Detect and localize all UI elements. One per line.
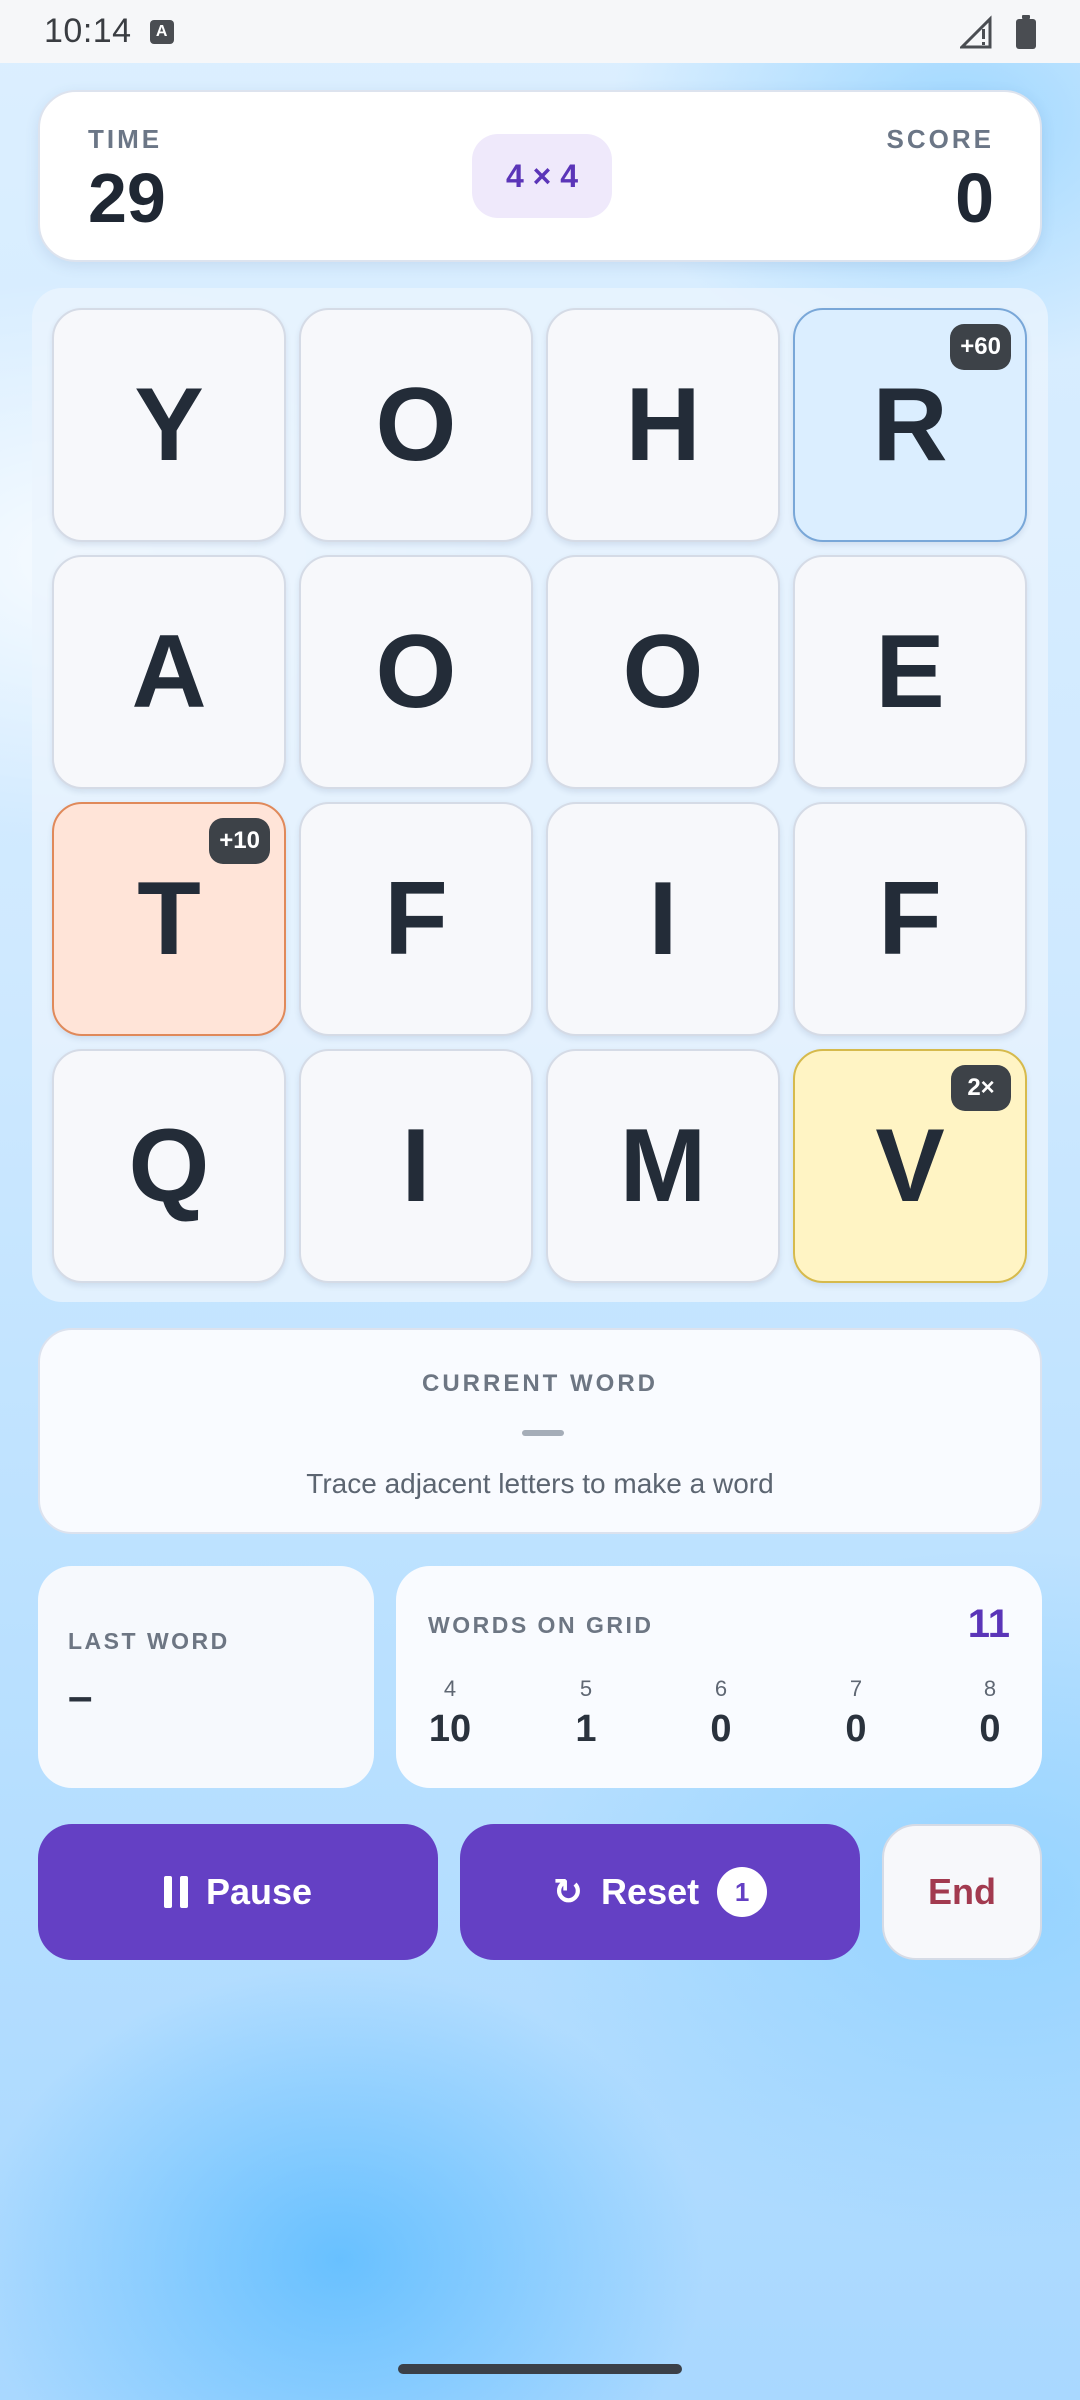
tile-6[interactable]: O (546, 555, 780, 789)
length-key: 6 (714, 1676, 728, 1701)
tile-letter: V (875, 1107, 945, 1224)
bonus-badge: +60 (950, 324, 1011, 370)
last-word-card: LAST WORD – (38, 1566, 374, 1788)
tile-letter: Y (134, 366, 204, 483)
tile-15[interactable]: V 2× (793, 1049, 1027, 1283)
last-word-value: – (68, 1672, 93, 1721)
end-button[interactable]: End (882, 1824, 1042, 1960)
grid-size-badge: 4 × 4 (472, 134, 612, 218)
reset-count-badge: 1 (717, 1867, 768, 1917)
letter-grid: Y O H R +60 A O O E T +10 F I F Q I M V 2× (32, 288, 1048, 1302)
length-key: 7 (849, 1676, 863, 1701)
multiplier-badge: 2× (951, 1065, 1011, 1111)
tile-2[interactable]: H (546, 308, 780, 542)
current-word-placeholder (522, 1430, 564, 1436)
tile-letter: A (131, 613, 207, 730)
length-count-4: 4 10 (410, 1676, 490, 1751)
bonus-badge: +10 (209, 818, 270, 864)
tile-letter: O (375, 366, 457, 483)
length-key: 4 (443, 1676, 457, 1701)
score-label: SCORE (886, 124, 994, 154)
end-label: End (928, 1871, 996, 1912)
tile-7[interactable]: E (793, 555, 1027, 789)
tile-10[interactable]: I (546, 802, 780, 1036)
tile-9[interactable]: F (299, 802, 533, 1036)
last-word-label: LAST WORD (68, 1628, 230, 1654)
tile-14[interactable]: M (546, 1049, 780, 1283)
words-on-grid-label: WORDS ON GRID (428, 1612, 654, 1638)
tile-letter: O (375, 613, 457, 730)
pause-icon (163, 1876, 188, 1908)
tile-letter: R (872, 366, 948, 483)
length-count-8: 8 0 (950, 1676, 1030, 1751)
length-key: 5 (579, 1676, 593, 1701)
pause-button[interactable]: Pause (38, 1824, 438, 1960)
pause-label: Pause (205, 1871, 313, 1912)
tile-letter: O (622, 613, 704, 730)
stats-card: TIME 29 4 × 4 SCORE 0 (38, 90, 1042, 262)
words-on-grid-total: 11 (967, 1602, 1010, 1646)
length-value: 0 (845, 1708, 867, 1750)
tile-letter: M (619, 1107, 707, 1224)
tile-letter: I (648, 860, 678, 977)
reset-label: Reset (601, 1871, 700, 1912)
length-key: 8 (983, 1676, 997, 1701)
tile-letter: E (875, 613, 945, 730)
tile-12[interactable]: Q (52, 1049, 286, 1283)
status-bar: 10:14 A (0, 0, 1080, 63)
tile-letter: Q (128, 1107, 210, 1224)
status-time: 10:14 (44, 12, 132, 50)
score-value: 0 (955, 159, 994, 237)
length-count-6: 6 0 (681, 1676, 761, 1751)
length-value: 0 (979, 1708, 1001, 1750)
refresh-icon: ↻ (552, 1871, 584, 1912)
keyboard-a-icon: A (149, 19, 174, 44)
current-word-label: CURRENT WORD (422, 1370, 658, 1397)
length-count-5: 5 1 (546, 1676, 626, 1751)
tile-letter: H (625, 366, 701, 483)
tile-5[interactable]: O (299, 555, 533, 789)
home-indicator[interactable] (398, 2364, 682, 2374)
current-word-hint: Trace adjacent letters to make a word (306, 1468, 774, 1499)
tile-letter: I (401, 1107, 431, 1224)
length-count-7: 7 0 (816, 1676, 896, 1751)
signal-icon (960, 14, 992, 48)
tile-letter: F (878, 860, 942, 977)
tile-4[interactable]: A (52, 555, 286, 789)
time-label: TIME (88, 124, 163, 154)
length-value: 10 (428, 1708, 472, 1750)
tile-letter: F (384, 860, 448, 977)
tile-1[interactable]: O (299, 308, 533, 542)
status-icons (960, 14, 1036, 49)
length-value: 1 (575, 1708, 597, 1750)
time-value: 29 (88, 159, 166, 237)
tile-3[interactable]: R +60 (793, 308, 1027, 542)
tile-0[interactable]: Y (52, 308, 286, 542)
reset-button[interactable]: ↻ Reset 1 (460, 1824, 860, 1960)
tile-11[interactable]: F (793, 802, 1027, 1036)
current-word-card: CURRENT WORD Trace adjacent letters to m… (38, 1328, 1042, 1534)
words-on-grid-card: WORDS ON GRID 11 4 10 5 1 6 0 7 0 8 0 (396, 1566, 1042, 1788)
tile-letter: T (137, 860, 201, 977)
battery-icon (1016, 14, 1036, 49)
tile-8[interactable]: T +10 (52, 802, 286, 1036)
tile-13[interactable]: I (299, 1049, 533, 1283)
length-value: 0 (710, 1708, 732, 1750)
